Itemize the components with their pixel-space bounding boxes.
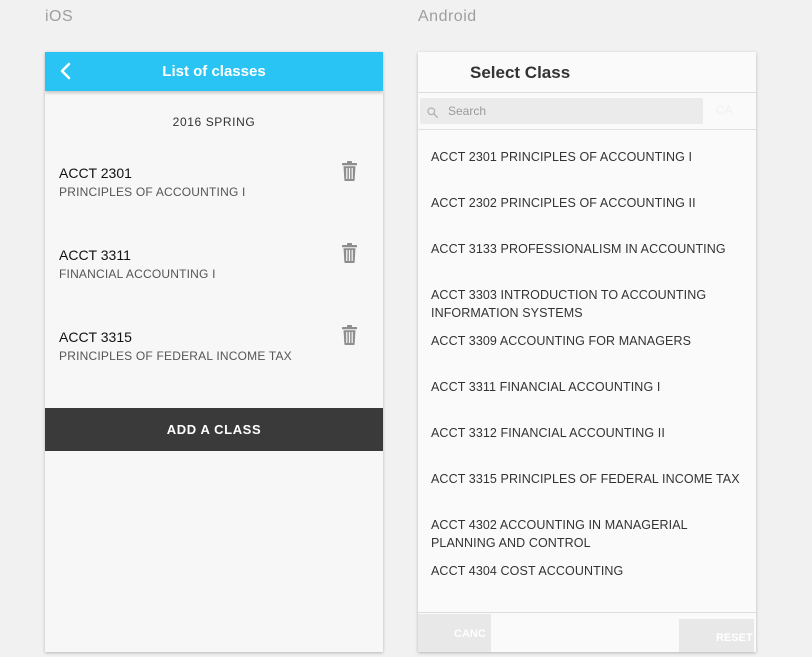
class-code: ACCT 3311 [59,247,131,263]
class-name: FINANCIAL ACCOUNTING I [59,267,216,281]
trash-icon[interactable] [342,161,357,181]
android-label: Android [418,8,477,25]
search-bar: CA [418,93,756,130]
class-code: ACCT 2301 [59,165,132,181]
list-item[interactable]: ACCT 3133 PROFESSIONALISM IN ACCOUNTING [431,240,741,258]
list-item[interactable]: ACCT 3315 PRINCIPLES OF FEDERAL INCOME T… [431,470,741,488]
class-name: PRINCIPLES OF FEDERAL INCOME TAX [59,349,292,363]
ios-navbar: List of classes [45,52,383,91]
search-input[interactable] [448,98,688,124]
list-item[interactable]: ACCT 4302 ACCOUNTING IN MANAGERIAL PLANN… [431,516,741,552]
class-select-list: ACCT 2301 PRINCIPLES OF ACCOUNTING I ACC… [418,130,756,616]
list-item[interactable]: ACCT 2301 PRINCIPLES OF ACCOUNTING I [45,151,383,233]
ios-screen: List of classes 2016 SPRING ACCT 2301 PR… [45,52,383,652]
trash-icon[interactable] [342,325,357,345]
class-code: ACCT 3315 [59,329,132,345]
search-cancel-button[interactable]: CA [716,103,733,117]
cancel-button[interactable]: CANC [418,614,491,652]
trash-icon[interactable] [342,243,357,263]
list-item[interactable]: ACCT 3311 FINANCIAL ACCOUNTING I [45,233,383,315]
list-item[interactable]: ACCT 3309 ACCOUNTING FOR MANAGERS [431,332,741,350]
list-item[interactable]: ACCT 2302 PRINCIPLES OF ACCOUNTING II [431,194,741,212]
ios-label: iOS [45,8,74,25]
dialog-footer: CANC RESET [418,612,756,652]
search-field[interactable] [420,98,703,124]
list-item[interactable]: ACCT 3311 FINANCIAL ACCOUNTING I [431,378,741,396]
reset-button[interactable]: RESET [679,619,754,652]
list-item[interactable]: ACCT 3315 PRINCIPLES OF FEDERAL INCOME T… [45,315,383,397]
list-item[interactable]: ACCT 3312 FINANCIAL ACCOUNTING II [431,424,741,442]
page-title: List of classes [162,63,266,80]
android-dialog-header: Select Class [418,52,756,93]
android-screen: Select Class CA ACCT 2301 PRINCIPLES OF … [418,52,756,652]
class-name: PRINCIPLES OF ACCOUNTING I [59,185,246,199]
search-icon [427,105,438,118]
list-item[interactable]: ACCT 2301 PRINCIPLES OF ACCOUNTING I [431,148,741,166]
list-item[interactable]: ACCT 3303 INTRODUCTION TO ACCOUNTING INF… [431,286,741,322]
semester-heading: 2016 SPRING [172,115,256,129]
add-class-button[interactable]: ADD A CLASS [45,408,383,451]
dialog-title: Select Class [470,63,571,82]
class-list: ACCT 2301 PRINCIPLES OF ACCOUNTING I ACC… [45,151,383,397]
list-item[interactable]: ACCT 4304 COST ACCOUNTING [431,562,741,580]
